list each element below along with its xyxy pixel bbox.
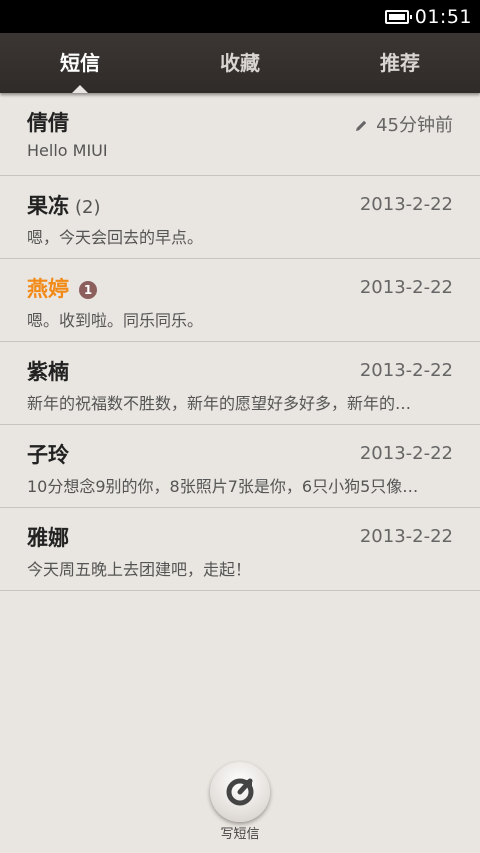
message-time: 2013-2-22 <box>359 194 453 215</box>
message-time: 2013-2-22 <box>359 526 453 547</box>
message-time: 45分钟前 <box>354 111 453 137</box>
thread-count: (2) <box>75 197 101 218</box>
message-preview: 嗯。收到啦。同乐同乐。 <box>27 311 204 330</box>
contact-name-text: 果冻 <box>27 194 69 218</box>
compose-icon <box>226 778 254 806</box>
message-time: 2013-2-22 <box>359 443 453 464</box>
tab-bar: 短信 收藏 推荐 <box>0 33 480 93</box>
battery-icon <box>384 9 412 24</box>
message-time: 2013-2-22 <box>359 277 453 298</box>
tab-messages[interactable]: 短信 <box>0 33 160 93</box>
pencil-icon <box>356 120 367 131</box>
message-row[interactable]: 燕婷 1 2013-2-22 嗯。收到啦。同乐同乐。 <box>0 259 480 342</box>
contact-name: 倩倩 <box>27 111 69 135</box>
message-row[interactable]: 倩倩 45分钟前 Hello MIUI <box>0 93 480 176</box>
contact-name: 雅娜 <box>27 526 69 550</box>
message-preview: 10分想念9别的你，8张照片7张是你，6只小狗5只像… <box>27 477 419 496</box>
unread-badge: 1 <box>79 281 97 299</box>
message-time: 2013-2-22 <box>359 360 453 381</box>
compose-button[interactable] <box>210 762 270 822</box>
message-preview: Hello MIUI <box>27 141 108 160</box>
message-row[interactable]: 雅娜 2013-2-22 今天周五晚上去团建吧，走起！ <box>0 508 480 591</box>
message-row[interactable]: 子玲 2013-2-22 10分想念9别的你，8张照片7张是你，6只小狗5只像… <box>0 425 480 508</box>
contact-name: 子玲 <box>27 443 69 467</box>
message-preview: 今天周五晚上去团建吧，走起！ <box>27 560 252 579</box>
contact-name: 紫楠 <box>27 360 69 384</box>
message-list: 倩倩 45分钟前 Hello MIUI 果冻 (2) 2013-2-22 嗯，今天… <box>0 93 480 591</box>
message-preview: 嗯，今天会回去的早点。 <box>27 228 204 247</box>
tab-recommended[interactable]: 推荐 <box>320 33 480 93</box>
tab-favorites[interactable]: 收藏 <box>160 33 320 93</box>
contact-name: 燕婷 1 <box>27 273 97 303</box>
status-bar: 01:51 <box>0 0 480 33</box>
status-time: 01:51 <box>414 5 472 28</box>
contact-name: 果冻 (2) <box>27 190 101 220</box>
compose-label: 写短信 <box>220 827 260 842</box>
message-time-text: 45分钟前 <box>376 115 453 136</box>
contact-name-text: 燕婷 <box>27 277 69 301</box>
message-preview: 新年的祝福数不胜数，新年的愿望好多好多，新年的… <box>27 394 412 413</box>
message-row[interactable]: 果冻 (2) 2013-2-22 嗯，今天会回去的早点。 <box>0 176 480 259</box>
message-row[interactable]: 紫楠 2013-2-22 新年的祝福数不胜数，新年的愿望好多好多，新年的… <box>0 342 480 425</box>
